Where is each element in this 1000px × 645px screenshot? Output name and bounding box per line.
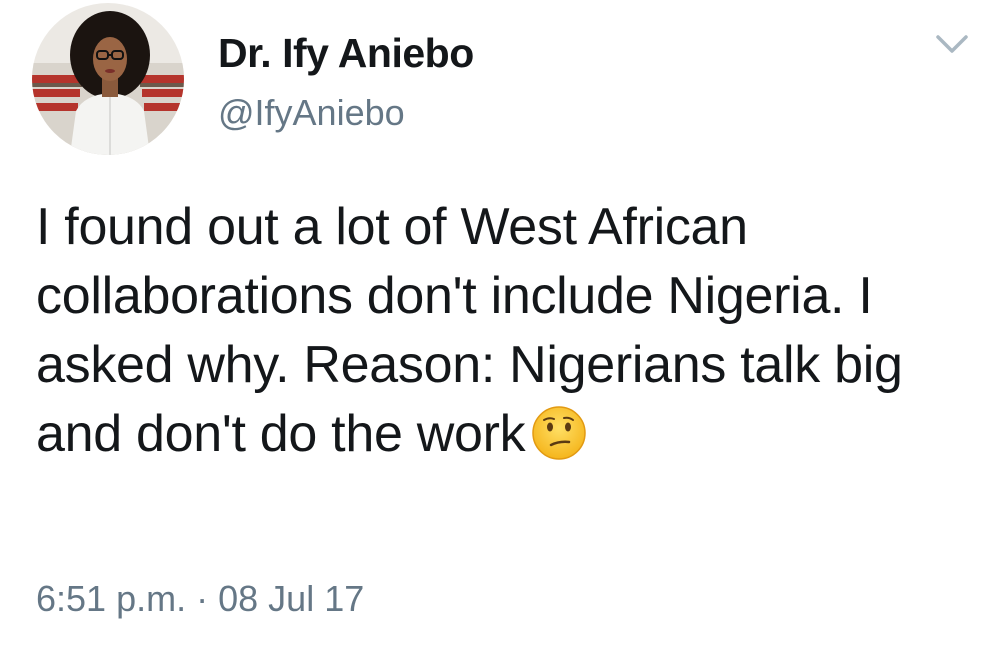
confused-face-icon: [531, 405, 587, 461]
tweet-body: I found out a lot of West African collab…: [36, 198, 903, 463]
tweet-time: 6:51 p.m.: [36, 578, 187, 619]
chevron-down-icon[interactable]: [932, 28, 972, 60]
user-handle[interactable]: @IfyAniebo: [218, 92, 405, 134]
timestamp-separator: ·: [196, 578, 209, 619]
tweet-date: 08 Jul 17: [218, 578, 365, 619]
tweet-text: I found out a lot of West African collab…: [36, 193, 976, 469]
profile-photo-icon: [32, 3, 184, 155]
tweet-card: Dr. Ify Aniebo @IfyAniebo I found out a …: [0, 0, 1000, 645]
display-name[interactable]: Dr. Ify Aniebo: [218, 30, 474, 77]
avatar[interactable]: [32, 3, 184, 155]
tweet-timestamp[interactable]: 6:51 p.m. · 08 Jul 17: [36, 578, 364, 620]
